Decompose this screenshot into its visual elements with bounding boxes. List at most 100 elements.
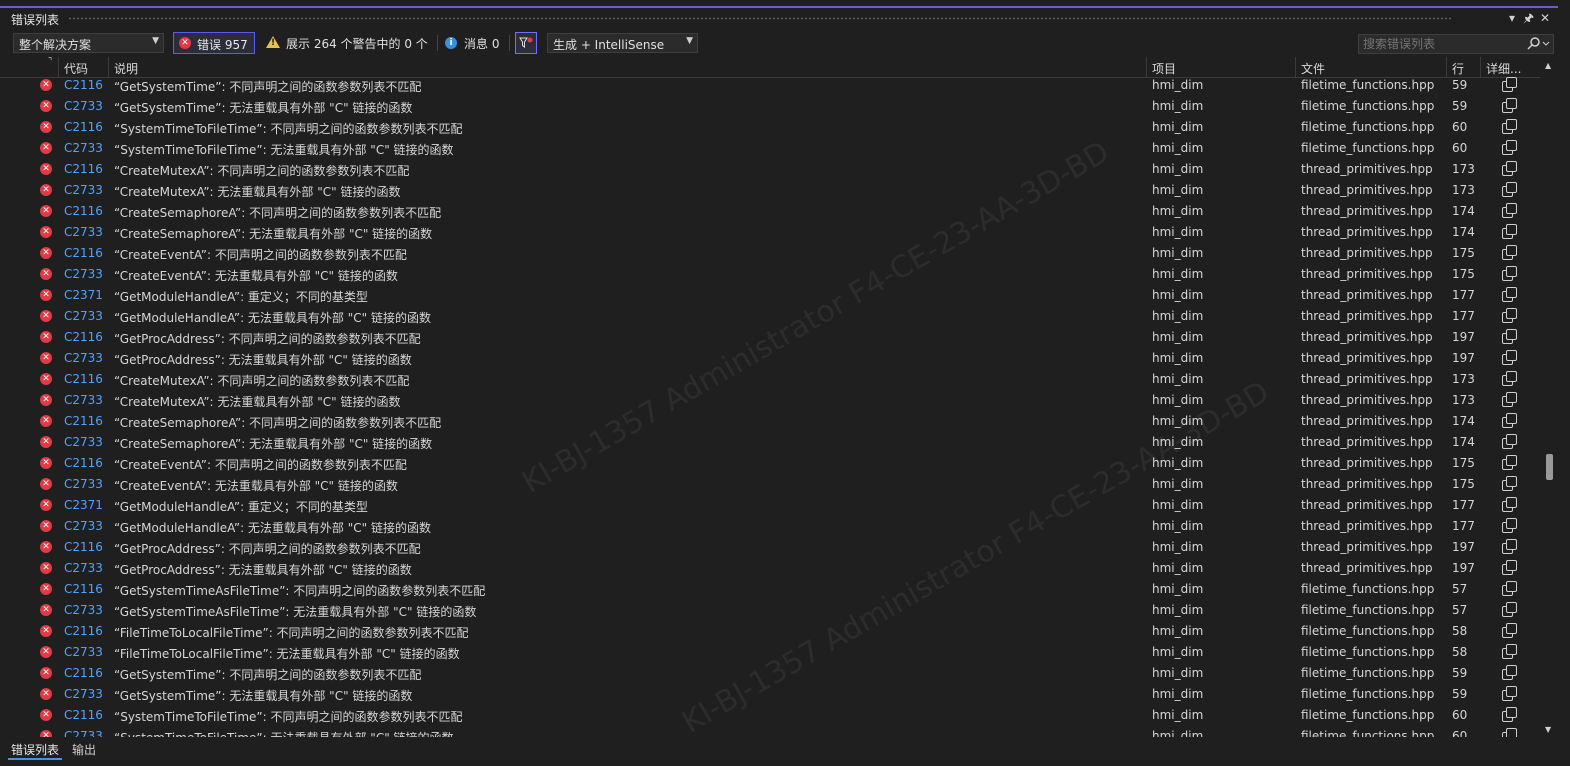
copy-detail-icon[interactable] — [1502, 497, 1517, 512]
table-row[interactable]: ✕ C2116 “CreateEventA”: 不同声明之间的函数参数列表不匹配 hm… — [0, 453, 1540, 474]
search-error-list-box[interactable] — [1358, 34, 1554, 54]
copy-detail-icon[interactable] — [1502, 518, 1517, 533]
table-row[interactable]: ✕ C2116 “GetProcAddress”: 不同声明之间的函数参数列表不匹配… — [0, 537, 1540, 558]
error-code-link[interactable]: C2116 — [64, 78, 103, 92]
table-row[interactable]: ✕ C2733 “FileTimeToLocalFileTime”: 无法重载具有外… — [0, 642, 1540, 663]
error-code-link[interactable]: C2116 — [64, 330, 103, 344]
pin-icon[interactable]: ᅟ 🖈 — [1520, 10, 1536, 26]
warnings-filter-button[interactable]: ! 展示 264 个警告中的 0 个 — [262, 32, 432, 54]
error-code-link[interactable]: C2116 — [64, 204, 103, 218]
error-code-link[interactable]: C2733 — [64, 561, 103, 575]
copy-detail-icon[interactable] — [1502, 161, 1517, 176]
copy-detail-icon[interactable] — [1502, 623, 1517, 638]
table-row[interactable]: ✕ C2116 “GetSystemTime”: 不同声明之间的函数参数列表不匹配 h… — [0, 663, 1540, 684]
table-row[interactable]: ✕ C2116 “GetSystemTime”: 不同声明之间的函数参数列表不匹配 h… — [0, 75, 1540, 96]
error-code-link[interactable]: C2733 — [64, 435, 103, 449]
error-code-link[interactable]: C2116 — [64, 624, 103, 638]
copy-detail-icon[interactable] — [1502, 203, 1517, 218]
copy-detail-icon[interactable] — [1502, 77, 1517, 92]
table-row[interactable]: ✕ C2733 “CreateMutexA”: 无法重载具有外部 "C" 链接的函数… — [0, 180, 1540, 201]
table-row[interactable]: ✕ C2733 “GetSystemTime”: 无法重载具有外部 "C" 链接的函… — [0, 96, 1540, 117]
copy-detail-icon[interactable] — [1502, 455, 1517, 470]
table-row[interactable]: ✕ C2733 “GetModuleHandleA”: 无法重载具有外部 "C" 链… — [0, 306, 1540, 327]
table-row[interactable]: ✕ C2116 “GetProcAddress”: 不同声明之间的函数参数列表不匹配… — [0, 327, 1540, 348]
table-row[interactable]: ✕ C2733 “GetSystemTimeAsFileTime”: 无法重载具有外… — [0, 600, 1540, 621]
table-row[interactable]: ✕ C2116 “CreateEventA”: 不同声明之间的函数参数列表不匹配 hm… — [0, 243, 1540, 264]
error-code-link[interactable]: C2116 — [64, 582, 103, 596]
error-code-link[interactable]: C2733 — [64, 687, 103, 701]
error-code-link[interactable]: C2733 — [64, 267, 103, 281]
build-intellisense-dropdown[interactable]: 生成 + IntelliSense ▼ — [547, 33, 698, 53]
copy-detail-icon[interactable] — [1502, 266, 1517, 281]
tab-error-list[interactable]: 错误列表 — [11, 741, 59, 758]
table-row[interactable]: ✕ C2733 “GetProcAddress”: 无法重载具有外部 "C" 链接的… — [0, 348, 1540, 369]
copy-detail-icon[interactable] — [1502, 665, 1517, 680]
copy-detail-icon[interactable] — [1502, 539, 1517, 554]
copy-detail-icon[interactable] — [1502, 560, 1517, 575]
error-code-link[interactable]: C2733 — [64, 603, 103, 617]
title-grip[interactable] — [68, 17, 1453, 20]
table-row[interactable]: ✕ C2371 “GetModuleHandleA”: 重定义；不同的基类型 hmi_… — [0, 495, 1540, 516]
sort-indicator-icon[interactable]: ⌝ — [48, 57, 52, 67]
table-row[interactable]: ✕ C2116 “CreateMutexA”: 不同声明之间的函数参数列表不匹配 hm… — [0, 159, 1540, 180]
error-code-link[interactable]: C2371 — [64, 288, 103, 302]
table-row[interactable]: ✕ C2733 “CreateMutexA”: 无法重载具有外部 "C" 链接的函数… — [0, 390, 1540, 411]
messages-filter-button[interactable]: i 消息 0 — [442, 32, 506, 54]
copy-detail-icon[interactable] — [1502, 182, 1517, 197]
error-code-link[interactable]: C2733 — [64, 99, 103, 113]
table-row[interactable]: ✕ C2733 “CreateSemaphoreA”: 无法重载具有外部 "C" 链… — [0, 222, 1540, 243]
copy-detail-icon[interactable] — [1502, 644, 1517, 659]
table-row[interactable]: ✕ C2733 “GetModuleHandleA”: 无法重载具有外部 "C" 链… — [0, 516, 1540, 537]
copy-detail-icon[interactable] — [1502, 371, 1517, 386]
copy-detail-icon[interactable] — [1502, 119, 1517, 134]
table-row[interactable]: ✕ C2116 “FileTimeToLocalFileTime”: 不同声明之间的… — [0, 621, 1540, 642]
error-code-link[interactable]: C2733 — [64, 225, 103, 239]
table-row[interactable]: ✕ C2116 “SystemTimeToFileTime”: 不同声明之间的函数参… — [0, 705, 1540, 726]
scroll-up-icon[interactable]: ▲ — [1545, 61, 1551, 70]
table-row[interactable]: ✕ C2116 “CreateMutexA”: 不同声明之间的函数参数列表不匹配 hm… — [0, 369, 1540, 390]
copy-detail-icon[interactable] — [1502, 245, 1517, 260]
tab-output[interactable]: 输出 — [72, 741, 96, 758]
search-icon[interactable] — [1525, 36, 1551, 52]
filter-toggle-button[interactable] — [515, 32, 537, 54]
copy-detail-icon[interactable] — [1502, 224, 1517, 239]
error-code-link[interactable]: C2116 — [64, 414, 103, 428]
copy-detail-icon[interactable] — [1502, 350, 1517, 365]
window-options-icon[interactable]: ▾ — [1504, 10, 1520, 26]
scrollbar-thumb[interactable] — [1546, 454, 1553, 480]
error-code-link[interactable]: C2116 — [64, 708, 103, 722]
copy-detail-icon[interactable] — [1502, 434, 1517, 449]
table-row[interactable]: ✕ C2116 “CreateSemaphoreA”: 不同声明之间的函数参数列表不… — [0, 201, 1540, 222]
error-code-link[interactable]: C2733 — [64, 309, 103, 323]
error-code-link[interactable]: C2116 — [64, 162, 103, 176]
error-code-link[interactable]: C2116 — [64, 120, 103, 134]
copy-detail-icon[interactable] — [1502, 581, 1517, 596]
copy-detail-icon[interactable] — [1502, 287, 1517, 302]
error-code-link[interactable]: C2371 — [64, 498, 103, 512]
table-row[interactable]: ✕ C2733 “CreateEventA”: 无法重载具有外部 "C" 链接的函数… — [0, 264, 1540, 285]
error-code-link[interactable]: C2733 — [64, 519, 103, 533]
scroll-down-icon[interactable]: ▼ — [1545, 725, 1551, 734]
error-code-link[interactable]: C2116 — [64, 246, 103, 260]
error-code-link[interactable]: C2733 — [64, 477, 103, 491]
table-row[interactable]: ✕ C2116 “SystemTimeToFileTime”: 不同声明之间的函数参… — [0, 117, 1540, 138]
close-icon[interactable]: ✕ — [1537, 10, 1553, 26]
copy-detail-icon[interactable] — [1502, 308, 1517, 323]
copy-detail-icon[interactable] — [1502, 686, 1517, 701]
scope-dropdown[interactable]: 整个解决方案 ▼ — [13, 33, 164, 53]
search-input[interactable] — [1363, 36, 1513, 52]
error-code-link[interactable]: C2733 — [64, 729, 103, 737]
copy-detail-icon[interactable] — [1502, 413, 1517, 428]
table-row[interactable]: ✕ C2733 “SystemTimeToFileTime”: 无法重载具有外部 "… — [0, 138, 1540, 159]
table-row[interactable]: ✕ C2733 “GetProcAddress”: 无法重载具有外部 "C" 链接的… — [0, 558, 1540, 579]
error-code-link[interactable]: C2733 — [64, 393, 103, 407]
copy-detail-icon[interactable] — [1502, 140, 1517, 155]
error-code-link[interactable]: C2733 — [64, 645, 103, 659]
error-code-link[interactable]: C2116 — [64, 666, 103, 680]
error-code-link[interactable]: C2116 — [64, 372, 103, 386]
copy-detail-icon[interactable] — [1502, 728, 1517, 737]
error-code-link[interactable]: C2733 — [64, 183, 103, 197]
error-code-link[interactable]: C2733 — [64, 141, 103, 155]
error-code-link[interactable]: C2116 — [64, 540, 103, 554]
error-code-link[interactable]: C2733 — [64, 351, 103, 365]
